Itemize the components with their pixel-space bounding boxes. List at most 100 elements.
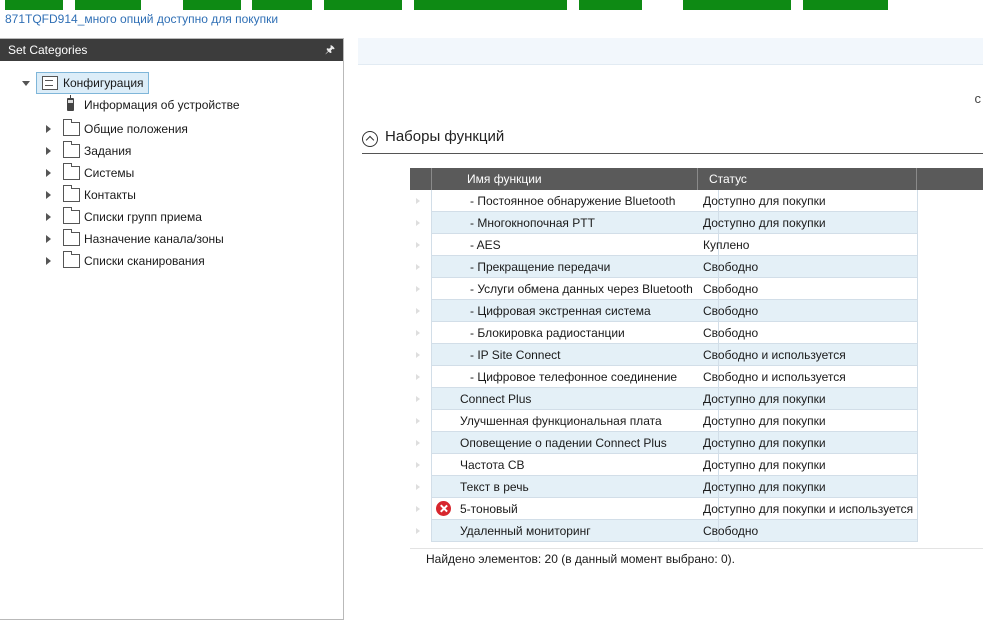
table-row[interactable]: Удаленный мониторинг Свободно xyxy=(410,520,983,542)
expand-arrow-icon[interactable] xyxy=(46,213,51,221)
expand-arrow-icon[interactable] xyxy=(46,235,51,243)
tree-label: Списки сканирования xyxy=(84,254,205,268)
feature-sets-section-header: Наборы функций xyxy=(362,127,983,154)
row-cells: - Услуги обмена данных через Bluetooth Св… xyxy=(431,278,918,300)
toolbar-button-1[interactable] xyxy=(5,0,63,10)
expand-arrow-icon[interactable] xyxy=(46,169,51,177)
row-selector[interactable] xyxy=(410,454,431,476)
expand-arrow-icon[interactable] xyxy=(46,257,51,265)
expand-arrow-icon[interactable] xyxy=(46,125,51,133)
table-row[interactable]: 5-тоновый Доступно для покупки и использу… xyxy=(410,498,983,520)
row-selector[interactable] xyxy=(410,256,431,278)
toolbar-button-6[interactable] xyxy=(414,0,567,10)
table-row[interactable]: - Многокнопочная PTT Доступно для покупки xyxy=(410,212,983,234)
row-selector[interactable] xyxy=(410,410,431,432)
expand-arrow-icon[interactable] xyxy=(46,191,51,199)
row-selector[interactable] xyxy=(410,476,431,498)
feature-name-cell: Оповещение о падении Connect Plus xyxy=(460,436,667,450)
table-row[interactable]: Улучшенная функциональная плата Доступно … xyxy=(410,410,983,432)
toolbar-button-4[interactable] xyxy=(252,0,312,10)
folder-icon xyxy=(63,251,80,268)
tree-label: Общие положения xyxy=(84,122,188,136)
toolbar-button-7[interactable] xyxy=(579,0,642,10)
tree-node-root[interactable]: Конфигурация xyxy=(0,72,200,94)
row-selector[interactable] xyxy=(410,366,431,388)
row-selector[interactable] xyxy=(410,234,431,256)
row-selector[interactable] xyxy=(410,388,431,410)
row-selector[interactable] xyxy=(410,278,431,300)
table-row[interactable]: - Цифровое телефонное соединение Свободно… xyxy=(410,366,983,388)
corner-glyph: c xyxy=(974,91,982,106)
row-selector[interactable] xyxy=(410,344,431,366)
table-row[interactable]: - Услуги обмена данных через Bluetooth Св… xyxy=(410,278,983,300)
table-row[interactable]: Частота CB Доступно для покупки xyxy=(410,454,983,476)
tree-node-rx-group-lists[interactable]: Списки групп приема xyxy=(0,207,260,227)
configuration-icon xyxy=(42,76,58,90)
row-cells: Улучшенная функциональная плата Доступно … xyxy=(431,410,918,432)
tree-label: Системы xyxy=(84,166,135,180)
tree-node-contacts[interactable]: Контакты xyxy=(0,185,260,205)
folder-icon xyxy=(63,229,80,246)
codeplug-title-link[interactable]: 871TQFD914_много опций доступно для поку… xyxy=(5,12,278,26)
folder-icon xyxy=(63,185,80,202)
tree-node-channel-zone[interactable]: Назначение канала/зоны xyxy=(0,229,260,249)
tree-node-general[interactable]: Общие положения xyxy=(0,119,260,139)
tree-node-tasks[interactable]: Задания xyxy=(0,141,260,161)
toolbar-button-5[interactable] xyxy=(324,0,402,10)
feature-status-cell: Доступно для покупки xyxy=(703,414,826,428)
row-selector[interactable] xyxy=(410,190,431,212)
feature-status-cell: Доступно для покупки xyxy=(703,194,826,208)
table-row[interactable]: Connect Plus Доступно для покупки xyxy=(410,388,983,410)
row-selector[interactable] xyxy=(410,520,431,542)
pin-icon[interactable]: 🖈 xyxy=(325,39,335,61)
toolbar-button-8[interactable] xyxy=(683,0,791,10)
set-categories-panel: Set Categories 🖈 Конфигурация Информация… xyxy=(0,38,344,620)
feature-status-cell: Куплено xyxy=(703,238,750,252)
toolbar-button-3[interactable] xyxy=(183,0,241,10)
folder-icon xyxy=(63,207,80,224)
header-divider xyxy=(697,168,698,190)
feature-name-cell: - Многокнопочная PTT xyxy=(470,216,595,230)
section-title: Наборы функций xyxy=(385,128,505,145)
toolbar-button-9[interactable] xyxy=(803,0,888,10)
row-selector[interactable] xyxy=(410,322,431,344)
feature-status-cell: Доступно для покупки xyxy=(703,392,826,406)
header-divider xyxy=(916,168,917,190)
row-cells: 5-тоновый Доступно для покупки и использу… xyxy=(431,498,918,520)
row-selector[interactable] xyxy=(410,300,431,322)
row-selector[interactable] xyxy=(410,498,431,520)
table-row[interactable]: - Постоянное обнаружение Bluetooth Доступ… xyxy=(410,190,983,212)
feature-name-cell: - Услуги обмена данных через Bluetooth xyxy=(470,282,693,296)
table-row[interactable]: - Цифровая экстренная система Свободно xyxy=(410,300,983,322)
feature-status-cell: Свободно xyxy=(703,304,759,318)
top-toolbar xyxy=(0,0,983,10)
panel-header: Set Categories 🖈 xyxy=(0,39,343,61)
row-cells: - Цифровая экстренная система Свободно xyxy=(431,300,918,322)
tree-node-scan-lists[interactable]: Списки сканирования xyxy=(0,251,260,271)
row-cells: - Блокировка радиостанции Свободно xyxy=(431,322,918,344)
tree-label: Информация об устройстве xyxy=(84,98,240,112)
tree-node-device-info[interactable]: Информация об устройстве xyxy=(0,95,260,115)
table-row[interactable]: Текст в речь Доступно для покупки xyxy=(410,476,983,498)
row-selector[interactable] xyxy=(410,212,431,234)
column-header-name[interactable]: Имя функции xyxy=(467,168,542,190)
row-selector[interactable] xyxy=(410,432,431,454)
row-cells: - Многокнопочная PTT Доступно для покупки xyxy=(431,212,918,234)
items-found-footer: Найдено элементов: 20 (в данный момент в… xyxy=(426,552,735,566)
feature-name-cell: - IP Site Connect xyxy=(470,348,561,362)
table-row[interactable]: - Блокировка радиостанции Свободно xyxy=(410,322,983,344)
expand-arrow-icon[interactable] xyxy=(22,81,30,86)
toolbar-button-2[interactable] xyxy=(75,0,141,10)
row-cells: Оповещение о падении Connect Plus Доступн… xyxy=(431,432,918,454)
collapse-icon[interactable] xyxy=(362,131,378,147)
panel-title: Set Categories xyxy=(8,43,88,57)
table-row[interactable]: Оповещение о падении Connect Plus Доступн… xyxy=(410,432,983,454)
feature-status-cell: Свободно xyxy=(703,524,759,538)
table-row[interactable]: - IP Site Connect Свободно и используется xyxy=(410,344,983,366)
table-row[interactable]: - AES Куплено xyxy=(410,234,983,256)
tree-node-systems[interactable]: Системы xyxy=(0,163,260,183)
expand-arrow-icon[interactable] xyxy=(46,147,51,155)
table-row[interactable]: - Прекращение передачи Свободно xyxy=(410,256,983,278)
column-header-status[interactable]: Статус xyxy=(709,168,747,190)
feature-name-cell: Улучшенная функциональная плата xyxy=(460,414,662,428)
